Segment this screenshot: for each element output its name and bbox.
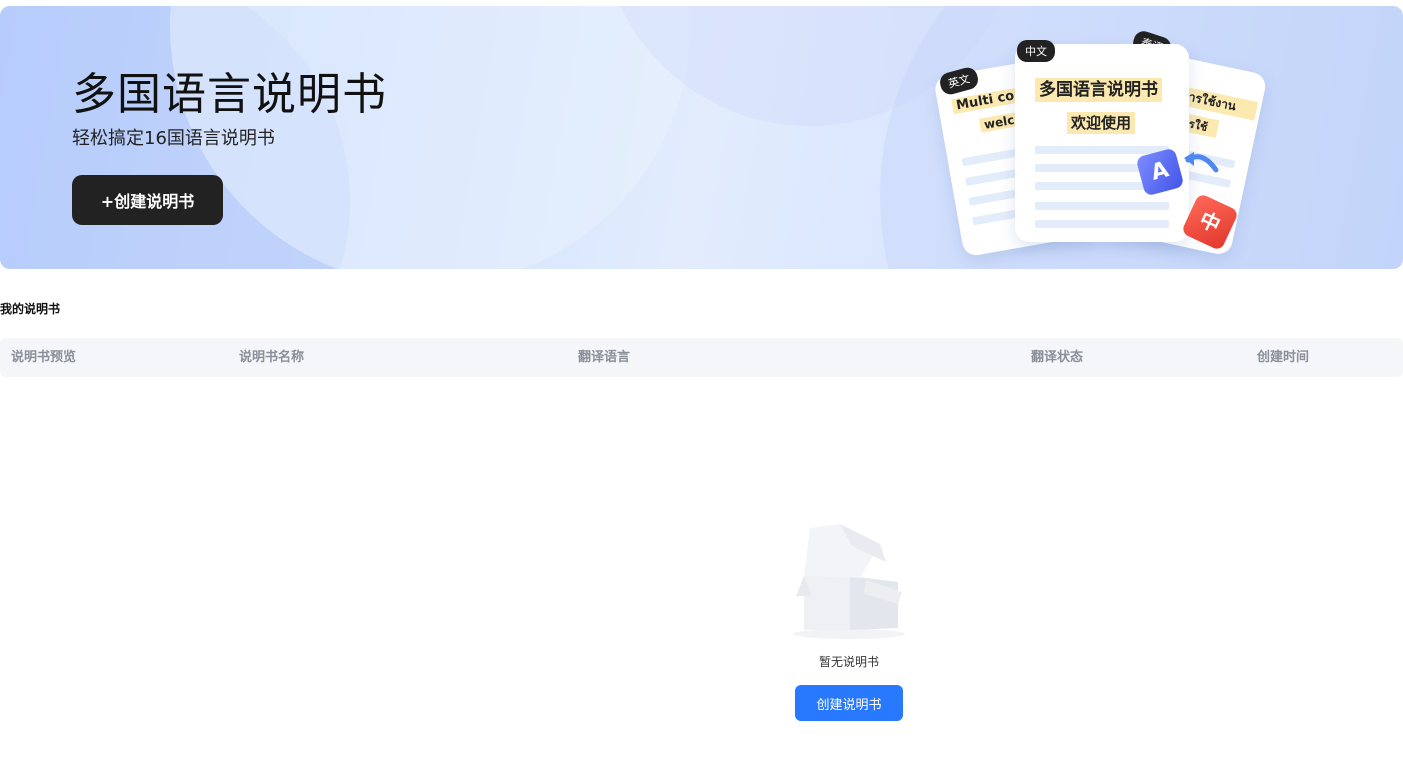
column-header-language: 翻译语言 xyxy=(578,350,631,365)
column-header-created-time: 创建时间 xyxy=(1257,350,1310,365)
column-header-name: 说明书名称 xyxy=(239,350,305,365)
create-manual-empty-button[interactable]: 创建说明书 xyxy=(795,685,903,721)
column-header-preview: 说明书预览 xyxy=(11,350,77,365)
create-manual-button[interactable]: +创建说明书 xyxy=(72,175,223,225)
hero-banner: 多国语言说明书 轻松搞定16国语言说明书 +创建说明书 Multi co wel… xyxy=(0,6,1403,269)
empty-box-icon xyxy=(793,524,905,639)
doc-text: 多国语言说明书 xyxy=(1035,78,1162,102)
multilingual-illustration: Multi co welc 英文 การใช้งาน การใช้ 泰语 多国语… xyxy=(920,20,1280,269)
language-tag-chinese: 中文 xyxy=(1017,40,1055,62)
translate-arrow-icon xyxy=(1184,152,1219,173)
column-header-status: 翻译状态 xyxy=(1031,350,1084,365)
banner-subtitle: 轻松搞定16国语言说明书 xyxy=(72,128,275,149)
empty-state-text: 暂无说明书 xyxy=(818,655,879,669)
doc-text: 欢迎使用 xyxy=(1067,112,1136,134)
chinese-doc-card: 多国语言说明书 欢迎使用 xyxy=(1015,44,1189,242)
table-header: 说明书预览 说明书名称 翻译语言 翻译状态 创建时间 xyxy=(0,338,1403,377)
banner-title: 多国语言说明书 xyxy=(72,69,387,120)
section-title: 我的说明书 xyxy=(0,302,61,316)
